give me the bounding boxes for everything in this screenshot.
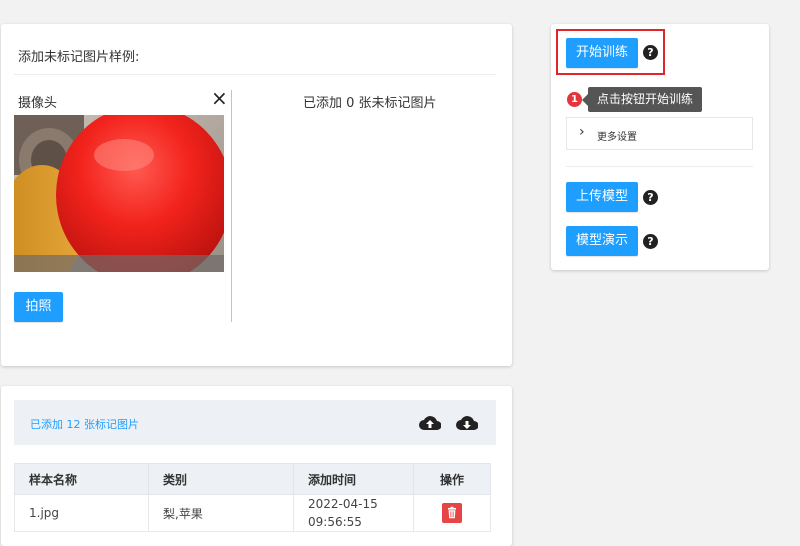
tooltip-arrow <box>582 94 588 106</box>
model-demo-help-icon[interactable]: ? <box>643 234 658 249</box>
alert-badge-icon: 1 <box>567 92 582 107</box>
close-icon[interactable]: × <box>211 88 228 108</box>
tooltip: 点击按钮开始训练 <box>588 87 702 112</box>
upload-model-button[interactable]: 上传模型 <box>566 182 638 212</box>
column-header-time: 添加时间 <box>293 463 414 495</box>
unlabeled-images-card: 添加未标记图片样例: 摄像头 × 拍照 已添加 0 张未标记图片 <box>1 24 512 366</box>
table-header-row: 样本名称 类别 添加时间 操作 <box>14 463 491 495</box>
tooltip-text: 点击按钮开始训练 <box>596 92 693 106</box>
column-header-name: 样本名称 <box>14 463 149 495</box>
table-row: 1.jpg 梨,苹果 2022-04-15 09:56:55 <box>14 494 491 532</box>
training-card: 开始训练 ? 1 点击按钮开始训练 › 更多设置 上传模型 ? 模型演示 ? <box>551 24 769 270</box>
labeled-images-card: 已添加 12 张标记图片 样本名称 类别 添加时间 操作 1.jpg 梨,苹果 … <box>1 386 512 546</box>
model-demo-button[interactable]: 模型演示 <box>566 226 638 256</box>
delete-button[interactable] <box>442 503 462 523</box>
vertical-divider <box>231 90 232 322</box>
sample-table: 样本名称 类别 添加时间 操作 1.jpg 梨,苹果 2022-04-15 09… <box>14 463 491 532</box>
divider <box>14 74 496 75</box>
labeled-header: 已添加 12 张标记图片 <box>14 400 496 445</box>
section-title: 添加未标记图片样例: <box>18 50 140 65</box>
sample-category: 梨,苹果 <box>148 494 294 532</box>
column-header-category: 类别 <box>148 463 294 495</box>
trash-icon <box>448 506 456 519</box>
sample-name: 1.jpg <box>14 494 149 532</box>
more-settings-panel[interactable]: › 更多设置 <box>566 117 753 150</box>
camera-label: 摄像头 <box>18 96 58 111</box>
camera-feed <box>14 115 224 272</box>
labeled-count: 已添加 12 张标记图片 <box>30 418 139 431</box>
cloud-upload-icon[interactable] <box>419 413 441 433</box>
chevron-right-icon: › <box>579 124 585 140</box>
divider <box>566 166 753 167</box>
upload-model-help-icon[interactable]: ? <box>643 190 658 205</box>
sample-time: 2022-04-15 09:56:55 <box>293 494 414 532</box>
more-settings-label: 更多设置 <box>597 132 637 143</box>
start-training-help-icon[interactable]: ? <box>643 45 658 60</box>
row-actions <box>413 494 491 532</box>
cloud-download-icon[interactable] <box>456 413 478 433</box>
start-training-button[interactable]: 开始训练 <box>566 38 638 68</box>
unlabeled-count: 已添加 0 张未标记图片 <box>303 96 437 111</box>
camera-image <box>14 115 224 272</box>
capture-button[interactable]: 拍照 <box>14 292 63 322</box>
column-header-actions: 操作 <box>413 463 491 495</box>
